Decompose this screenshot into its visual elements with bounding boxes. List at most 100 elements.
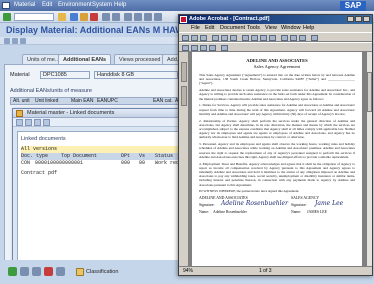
material-number-field[interactable]: DPC1085 — [40, 71, 90, 79]
acrobat-window: Adobe Acrobat - [Contract.pdf] File Edit… — [178, 14, 373, 276]
dialog-title: Material master - Linked documents — [13, 109, 191, 118]
menu-tools[interactable]: Tools — [247, 24, 260, 32]
acrobat-annotation-toolbar — [179, 42, 372, 52]
first-page-icon[interactable] — [242, 35, 249, 41]
close-button[interactable] — [363, 16, 370, 22]
menu-edit[interactable]: Edit — [42, 0, 52, 11]
command-field[interactable] — [14, 13, 54, 21]
confirm-icon[interactable] — [8, 267, 17, 276]
actual-size-icon[interactable] — [281, 35, 288, 41]
col-status: Status — [155, 153, 174, 159]
menu-document[interactable]: Document — [220, 24, 245, 32]
highlight-tool-icon[interactable] — [191, 45, 198, 51]
check-icon[interactable] — [20, 38, 26, 44]
table-row[interactable]: CON 0000100000000001 000 00 Work request — [21, 160, 191, 167]
document-paragraph: 1. Duties for Services. Agency will prov… — [199, 103, 355, 116]
first-page-icon[interactable] — [124, 13, 132, 21]
version-cell: 00 — [139, 160, 146, 166]
acrobat-title-text: Adobe Acrobat - [Contract.pdf] — [189, 16, 270, 22]
col-main-ean: Main EAN — [71, 98, 94, 104]
menu-system[interactable]: System — [92, 0, 112, 11]
zoom-icon[interactable] — [32, 267, 41, 276]
name-label-right: Name: — [291, 210, 302, 215]
open-icon[interactable] — [182, 35, 189, 41]
link-icon[interactable] — [56, 267, 65, 276]
display-document-icon[interactable] — [16, 119, 23, 126]
previous-page-icon[interactable] — [251, 35, 258, 41]
sap-bottom-bar: Classification — [0, 260, 200, 284]
col-version: Vs — [139, 153, 146, 159]
print-icon[interactable] — [102, 13, 110, 21]
menu-view[interactable]: View — [265, 24, 277, 32]
find-icon[interactable] — [112, 13, 120, 21]
fit-page-icon[interactable] — [290, 35, 297, 41]
document-paragraph: 3. Personnel. Agency and its employees a… — [199, 142, 355, 159]
search-icon[interactable] — [20, 267, 29, 276]
next-page-icon[interactable] — [260, 35, 267, 41]
eans-group-title: Additional EANs/units of measure — [10, 88, 92, 94]
zoom-level[interactable]: 94% — [183, 267, 193, 276]
menu-edit[interactable]: Edit — [205, 24, 214, 32]
delete-document-icon[interactable] — [34, 119, 41, 126]
linked-documents-heading: Linked documents — [21, 136, 66, 142]
fit-width-icon[interactable] — [299, 35, 306, 41]
find-icon[interactable] — [311, 35, 318, 41]
dialog-title-text: Material master - Linked documents — [27, 110, 115, 116]
cancel-icon[interactable] — [90, 13, 98, 21]
document-description[interactable]: Contract pdf — [21, 170, 57, 176]
menu-window[interactable]: Window — [281, 24, 301, 32]
col-doc-type: Doc. type — [21, 153, 49, 159]
org-levels-icon[interactable] — [12, 38, 18, 44]
previous-page-icon[interactable] — [134, 13, 142, 21]
bookmarks-tab[interactable] — [181, 62, 187, 82]
other-view-icon[interactable] — [4, 38, 10, 44]
menu-material[interactable]: Material — [14, 0, 35, 11]
acrobat-menu-bar: File Edit Document Tools View Window Hel… — [179, 24, 372, 32]
document-view[interactable]: ADELINE AND ASSOCIATES Sales Agency Agre… — [189, 52, 366, 266]
menu-environment[interactable]: Environment — [58, 0, 92, 11]
doc-type-cell: CON — [21, 160, 31, 166]
classification-button[interactable]: Classification — [86, 269, 118, 275]
save-icon[interactable] — [58, 13, 66, 21]
note-tool-icon[interactable] — [182, 45, 189, 51]
hand-tool-icon[interactable] — [212, 35, 219, 41]
tab-additional-eans[interactable]: Additional EANs — [58, 54, 112, 64]
menu-file[interactable]: File — [191, 24, 200, 32]
table-row[interactable]: All versions — [21, 146, 187, 153]
link-tool-icon[interactable] — [200, 45, 207, 51]
print-icon[interactable] — [200, 35, 207, 41]
tab-views-processed[interactable]: Views processed — [114, 54, 166, 64]
sap-menu-bar: Material Edit Environment System Help — [0, 0, 374, 11]
last-page-icon[interactable] — [154, 13, 162, 21]
rotate-icon[interactable] — [221, 45, 228, 51]
page-title: Display Material: Additional EANs M HAWA — [6, 25, 190, 35]
close-icon[interactable] — [44, 267, 53, 276]
table-header-row: Doc. type Top Document DPt Vs Status — [21, 153, 187, 160]
zoom-in-icon[interactable] — [221, 35, 228, 41]
classification-icon[interactable] — [76, 268, 84, 276]
vertical-scrollbar[interactable] — [366, 52, 372, 266]
save-icon[interactable] — [191, 35, 198, 41]
last-page-icon[interactable] — [269, 35, 276, 41]
thumbnails-tab[interactable] — [181, 86, 187, 106]
col-dpt: DPt — [121, 153, 131, 159]
maximize-button[interactable] — [355, 16, 362, 22]
material-description-field: Handdisk 8 GB — [94, 71, 178, 79]
back-icon[interactable] — [70, 13, 78, 21]
menu-help[interactable]: Help — [303, 24, 314, 32]
scrollbar-thumb[interactable] — [367, 72, 372, 112]
create-document-icon[interactable] — [25, 119, 32, 126]
text-select-icon[interactable] — [230, 35, 237, 41]
navigation-pane-tabs — [179, 52, 189, 266]
next-page-icon[interactable] — [144, 13, 152, 21]
view-original-icon[interactable] — [43, 119, 50, 126]
exit-icon[interactable] — [80, 13, 88, 21]
menu-help[interactable]: Help — [114, 0, 126, 11]
document-paragraph: 4. Employment Taxes and Benefits. Agency… — [199, 161, 355, 187]
col-eanupc: EANUPC — [97, 98, 118, 104]
document-paragraph: Adeline and Associates desires to retain… — [199, 88, 355, 101]
crop-tool-icon[interactable] — [209, 45, 216, 51]
minimize-button[interactable] — [347, 16, 354, 22]
acrobat-status-bar: 94% 1 of 3 — [179, 266, 372, 275]
enter-icon[interactable] — [3, 13, 11, 21]
